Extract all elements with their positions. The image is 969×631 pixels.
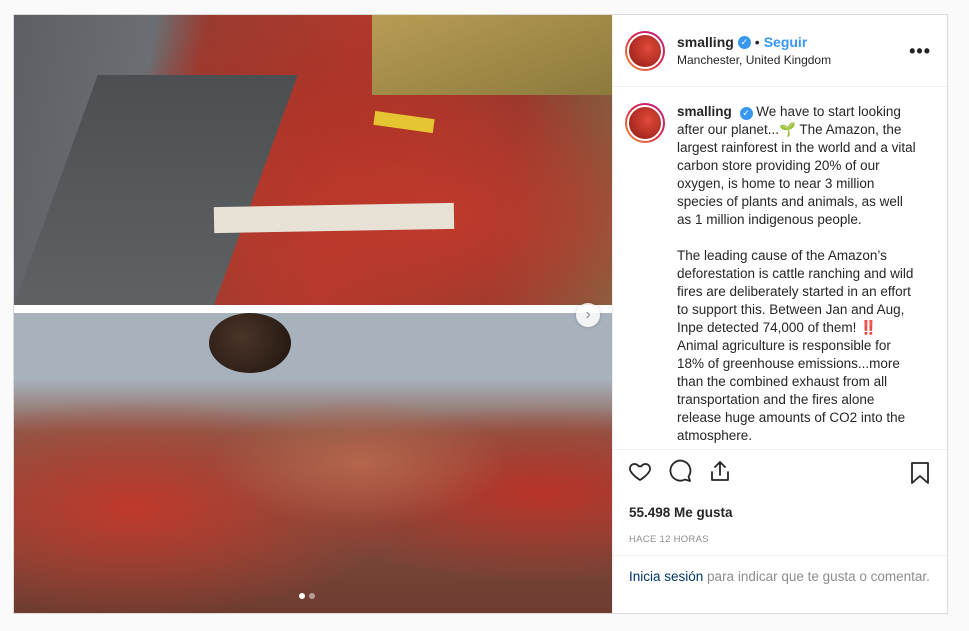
avatar[interactable] [625,30,665,71]
caption: smalling ✓ We have to start looking afte… [677,103,917,449]
caption-avatar[interactable] [625,103,665,143]
caption-username[interactable]: smalling [677,104,732,119]
grass-area [372,15,612,95]
heart-icon[interactable] [627,458,653,484]
username-link[interactable]: smalling [677,34,734,50]
likes-count[interactable]: 55.498 Me gusta [613,505,947,520]
follow-button[interactable]: Seguir [764,34,808,50]
caption-text-1: We have to start looking after our plane… [677,104,916,227]
road [14,75,298,305]
caption-paragraph-2: The leading cause of the Amazon’s defore… [677,248,914,443]
more-options-icon[interactable]: ••• [909,41,931,62]
caption-area: smalling ✓ We have to start looking afte… [613,87,947,449]
avatar-image [627,105,663,141]
post-timestamp[interactable]: HACE 12 HORAS [613,520,947,555]
carousel-dot [309,593,315,599]
verified-badge-icon: ✓ [737,35,751,49]
login-text: para indicar que te gusta o comentar. [703,569,930,584]
caption-paragraph-1: smalling ✓ We have to start looking afte… [677,103,917,229]
carousel-dots [299,593,315,599]
location-link[interactable]: Manchester, United Kingdom [677,53,831,67]
photo-divider [14,305,612,313]
photo-indigenous-women [14,313,612,613]
carousel-next-button[interactable]: › [576,303,600,327]
protest-banner [213,202,455,234]
post-media-carousel[interactable]: › [14,15,612,613]
carousel-dot-active [299,593,305,599]
action-bar [613,449,947,505]
photo-march-crowd [14,15,612,305]
bookmark-icon[interactable] [907,460,933,486]
action-icons [627,458,931,484]
instagram-post: › smalling ✓ • Seguir Manchester, United… [13,14,948,614]
yellow-banner [373,110,435,134]
login-link[interactable]: Inicia sesión [629,569,703,584]
chevron-right-icon: › [585,306,591,323]
share-icon[interactable] [707,458,733,484]
separator: • [754,34,760,50]
maraca-object [209,313,291,373]
comment-icon[interactable] [667,458,693,484]
post-sidebar: smalling ✓ • Seguir Manchester, United K… [612,15,947,613]
header-text: smalling ✓ • Seguir Manchester, United K… [677,34,831,67]
avatar-image [627,32,663,69]
post-header: smalling ✓ • Seguir Manchester, United K… [613,15,947,87]
header-line: smalling ✓ • Seguir [677,34,831,50]
login-prompt: Inicia sesión para indicar que te gusta … [613,555,947,613]
verified-badge-icon: ✓ [739,106,753,120]
